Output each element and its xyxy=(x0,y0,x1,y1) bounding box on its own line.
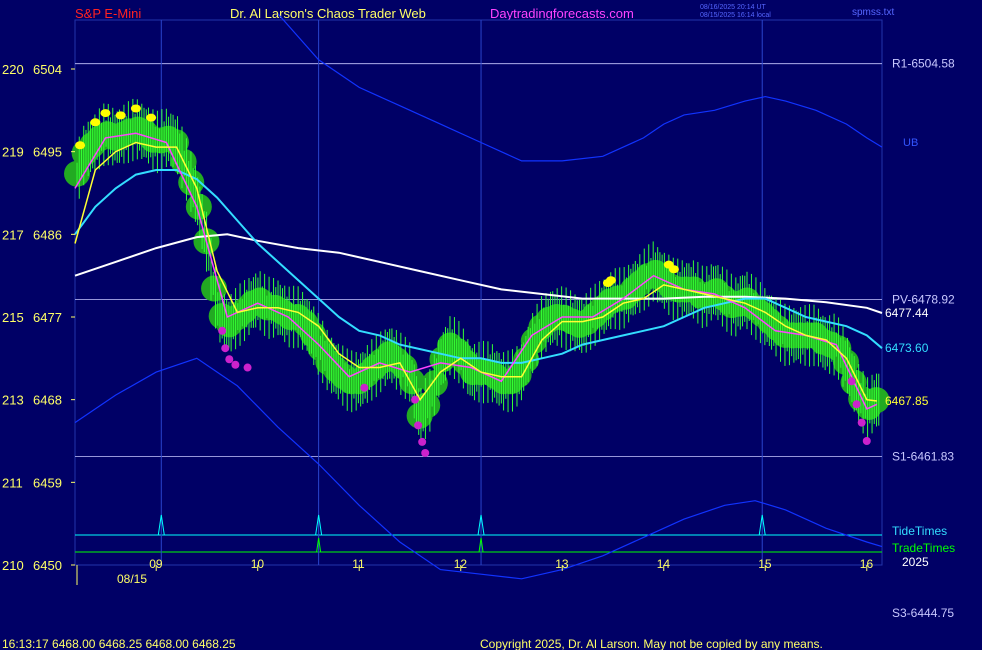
x-tick-label: 14 xyxy=(657,557,671,571)
x-tick-label: 10 xyxy=(251,557,265,571)
y-tick-price-label: 6468 xyxy=(33,393,62,408)
x-axis: 09 10 11 12 13 14 15 16 xyxy=(76,557,874,585)
magenta-dot xyxy=(418,437,427,446)
right-labels: 6477.44 6473.60 6467.85 xyxy=(885,306,929,408)
magenta-dot xyxy=(852,400,861,409)
year-label: 2025 xyxy=(902,555,929,569)
level-label: S3-6444.75 xyxy=(892,606,954,620)
magenta-dot xyxy=(218,326,227,335)
magenta-dot xyxy=(221,344,230,353)
y-tick-left-label: 215 xyxy=(2,310,24,325)
date-label: 08/15 xyxy=(117,572,147,586)
tide-times-label: TideTimes xyxy=(892,524,947,538)
price-bars xyxy=(76,98,880,446)
yellow-dot xyxy=(130,104,141,113)
yellow-dot xyxy=(90,118,101,127)
cloud-blob xyxy=(201,275,228,302)
end-value-label: 6473.60 xyxy=(885,341,929,355)
yellow-dot xyxy=(668,265,679,274)
utc-time: 08/16/2025 20:14 UT xyxy=(700,4,766,11)
magenta-dot xyxy=(857,418,866,427)
x-tick-label: 16 xyxy=(860,557,874,571)
y-tick-left-label: 220 xyxy=(2,62,24,77)
end-value-label: 6467.85 xyxy=(885,394,929,408)
magenta-dot xyxy=(847,377,856,386)
y-tick-left-label: 210 xyxy=(2,558,24,573)
footer-quote: 16:13:17 6468.00 6468.25 6468.00 6468.25 xyxy=(2,637,236,650)
footer-copyright: Copyright 2025, Dr. Al Larson. May not b… xyxy=(480,637,823,650)
yellow-dot xyxy=(146,113,157,122)
y-axis: 210 6450 211 6459 213 6468 215 6477 217 6486 219 64… xyxy=(2,62,75,573)
level-label: R1-6504.58 xyxy=(892,57,955,71)
plot-frame xyxy=(74,19,883,566)
y-tick-price-label: 6459 xyxy=(33,475,62,490)
trade-times-label: TradeTimes xyxy=(892,541,955,555)
x-tick-label: 12 xyxy=(454,557,468,571)
y-tick-price-label: 6450 xyxy=(33,558,62,573)
x-tick-label: 15 xyxy=(758,557,772,571)
x-tick-label: 11 xyxy=(352,557,365,571)
yellow-dot xyxy=(75,141,86,150)
magenta-dot xyxy=(360,383,369,392)
yellow-dot xyxy=(605,276,616,285)
file-name: spmss.txt xyxy=(852,7,894,18)
chart: S&P E-Mini Dr. Al Larson's Chaos Trader … xyxy=(2,4,955,650)
magenta-dot xyxy=(243,363,252,372)
symbol-title: S&P E-Mini xyxy=(75,6,141,21)
y-tick-price-label: 6495 xyxy=(33,145,62,160)
y-tick-price-label: 6486 xyxy=(33,227,62,242)
site-title: Dr. Al Larson's Chaos Trader Web xyxy=(230,6,426,21)
yellow-dot xyxy=(100,109,111,118)
magenta-dot xyxy=(862,437,871,445)
yellow-dot xyxy=(115,111,126,120)
magenta-dot xyxy=(421,448,430,457)
y-tick-left-label: 219 xyxy=(2,145,24,160)
band-label: UB xyxy=(903,137,918,149)
time-lines xyxy=(75,20,882,565)
y-tick-left-label: 213 xyxy=(2,393,24,408)
x-tick-label: 09 xyxy=(149,557,163,571)
magenta-dot xyxy=(225,355,234,364)
y-tick-left-label: 211 xyxy=(2,475,23,490)
y-tick-price-label: 6504 xyxy=(33,62,62,77)
end-value-label: 6477.44 xyxy=(885,306,929,320)
y-tick-price-label: 6477 xyxy=(33,310,62,325)
lower-band-line xyxy=(74,357,883,580)
y-tick-left-label: 217 xyxy=(2,227,24,242)
x-tick-label: 13 xyxy=(555,557,569,571)
magenta-dot xyxy=(411,395,420,404)
level-label: PV-6478.92 xyxy=(892,292,955,306)
local-time: 08/15/2025 16:14 local xyxy=(700,12,771,19)
site-url[interactable]: Daytradingforecasts.com xyxy=(490,6,634,21)
magenta-dot xyxy=(414,421,423,430)
magenta-dot xyxy=(231,360,240,369)
level-label: S1-6461.83 xyxy=(892,449,954,463)
upper-band-line xyxy=(277,13,883,162)
